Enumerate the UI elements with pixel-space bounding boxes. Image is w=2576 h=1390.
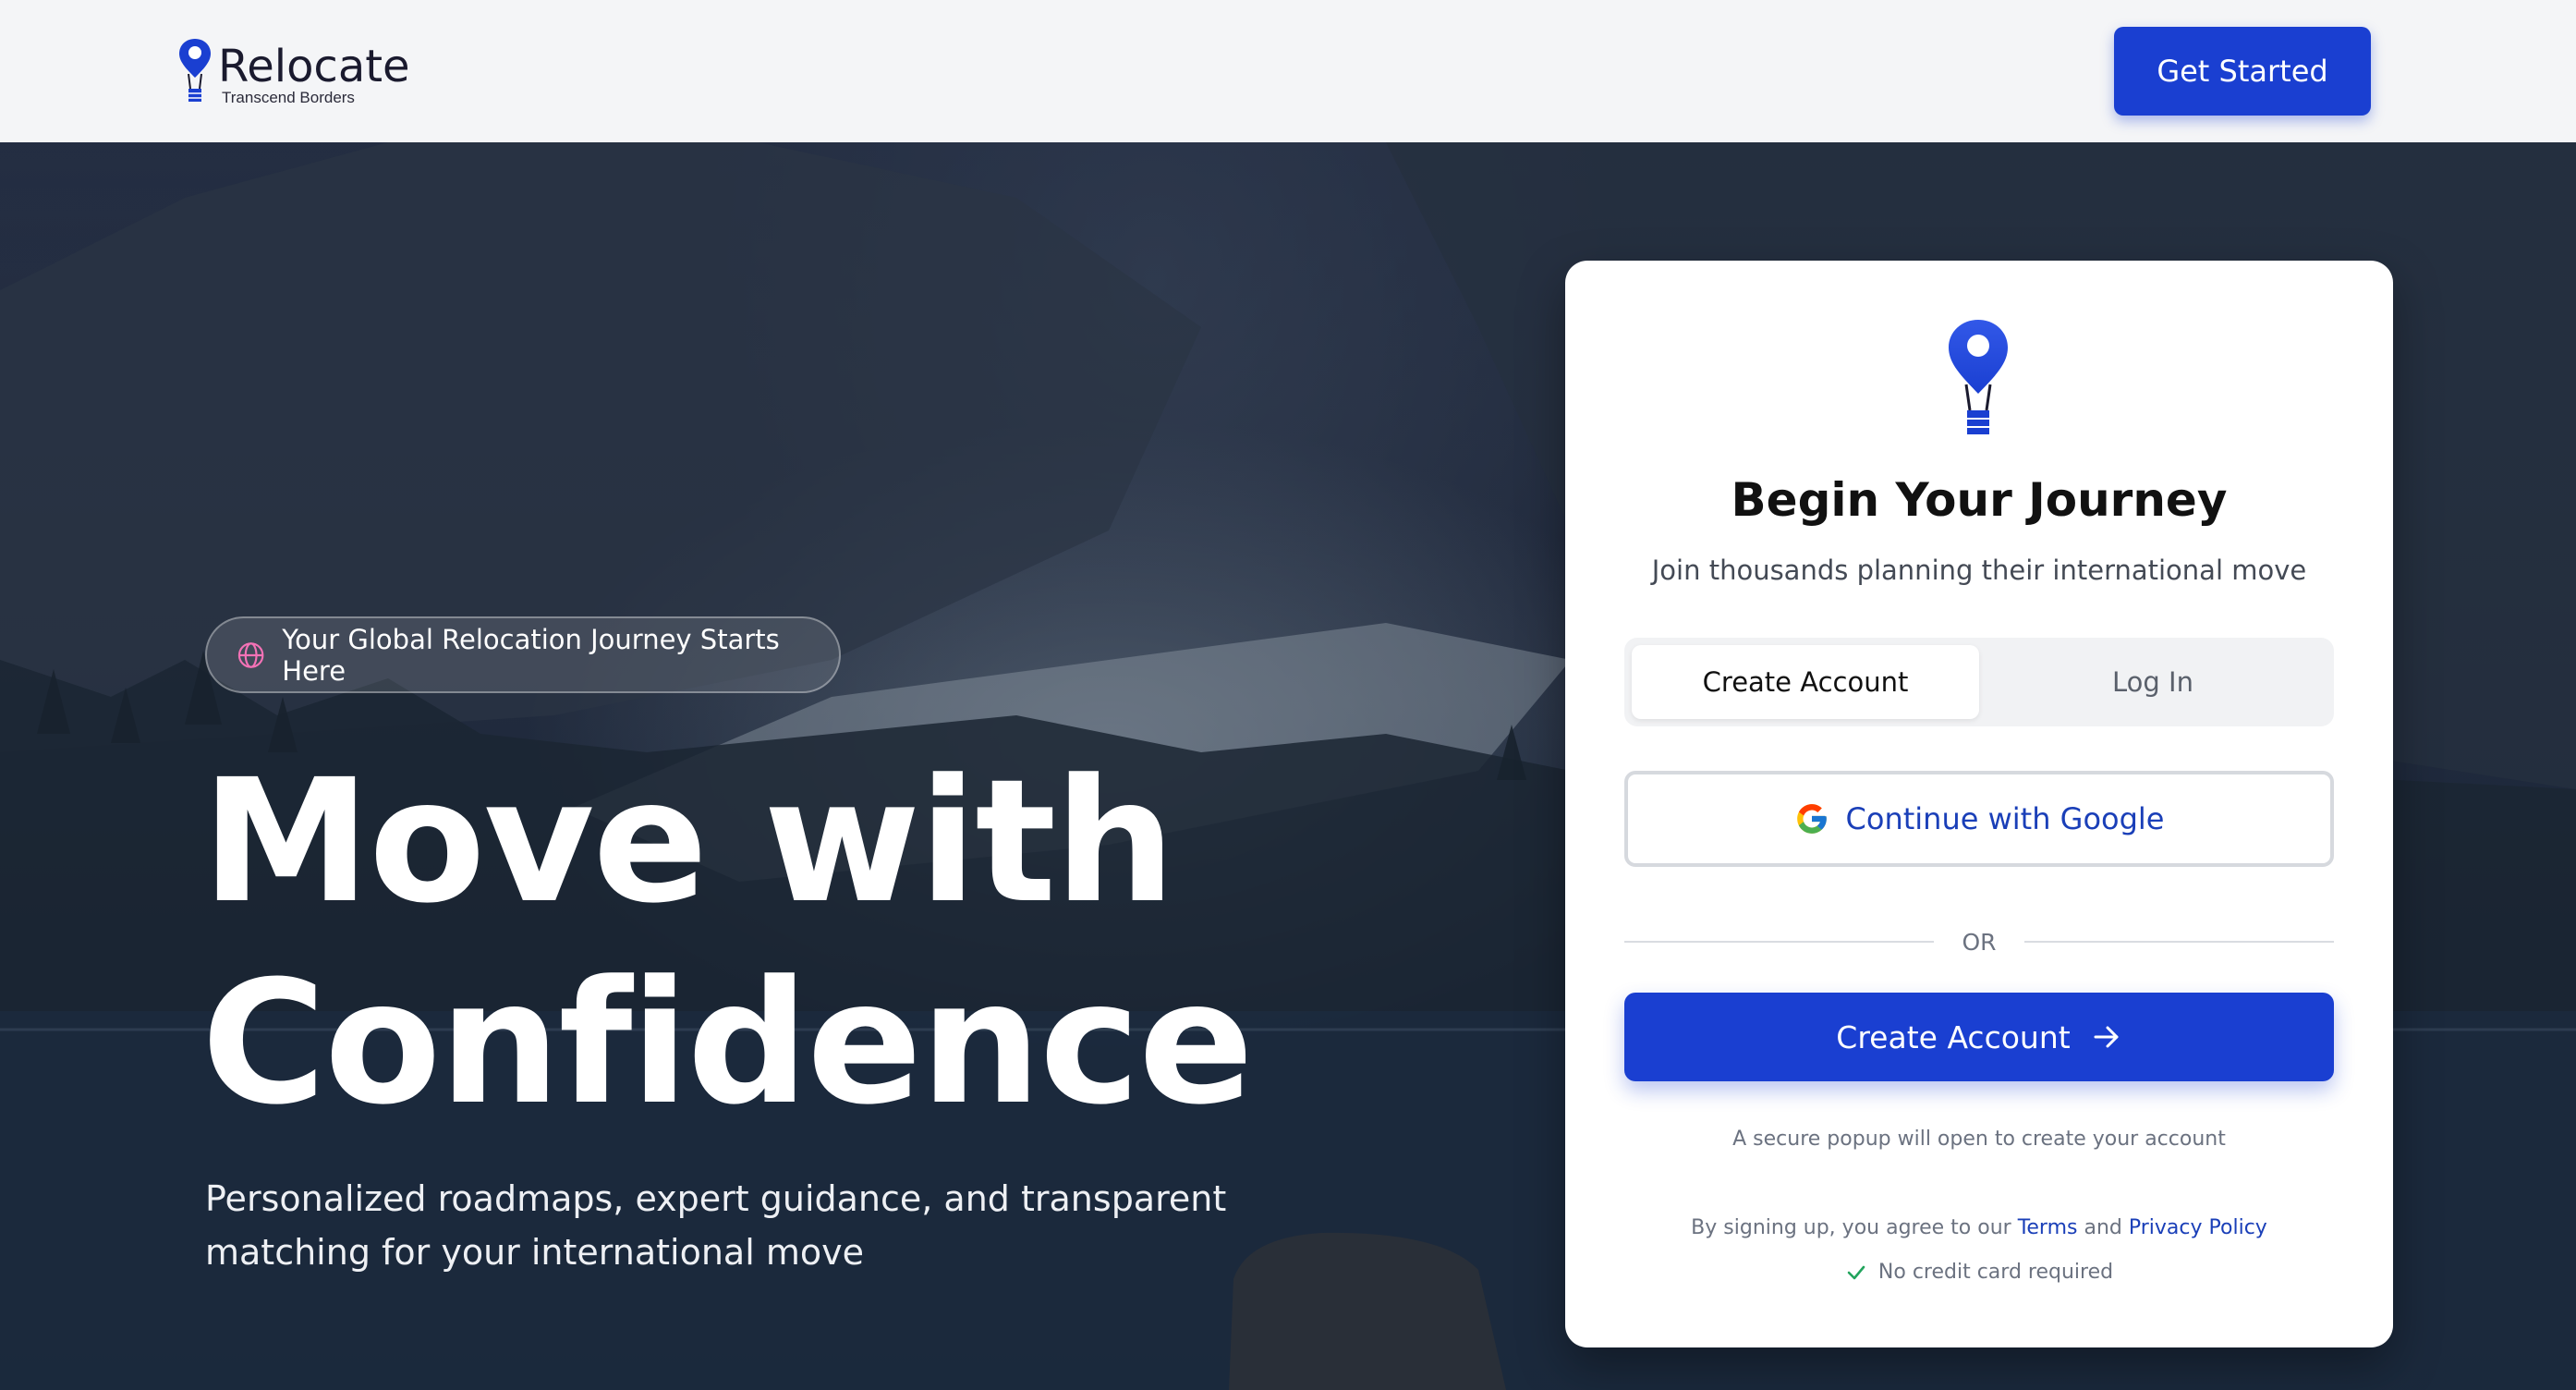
create-account-button[interactable]: Create Account bbox=[1624, 993, 2334, 1081]
brand-tagline: Transcend Borders bbox=[222, 89, 355, 106]
tab-create-account[interactable]: Create Account bbox=[1632, 645, 1979, 719]
get-started-button[interactable]: Get Started bbox=[2114, 27, 2371, 116]
hero-badge-text: Your Global Relocation Journey Starts He… bbox=[282, 623, 780, 687]
hero-title: Move with Confidence bbox=[201, 741, 1495, 1144]
hero-badge: Your Global Relocation Journey Starts He… bbox=[205, 616, 841, 693]
continue-with-google-button[interactable]: Continue with Google bbox=[1624, 771, 2334, 867]
globe-icon bbox=[237, 641, 264, 668]
top-navbar: Relocate Transcend Borders Get Started bbox=[0, 0, 2576, 142]
divider-line-right bbox=[2023, 941, 2334, 943]
google-icon bbox=[1796, 804, 1827, 834]
no-credit-card-text: No credit card required bbox=[1877, 1261, 2114, 1284]
privacy-policy-link[interactable]: Privacy Policy bbox=[2129, 1216, 2267, 1239]
terms-prefix: By signing up, you agree to our bbox=[1691, 1216, 2011, 1239]
brand-logo[interactable]: Relocate Transcend Borders bbox=[177, 37, 410, 105]
create-account-label: Create Account bbox=[1836, 1018, 2071, 1055]
secure-popup-note: A secure popup will open to create your … bbox=[1732, 1128, 2226, 1151]
divider-line-left bbox=[1624, 941, 1935, 943]
hero-title-line1: Move with bbox=[201, 743, 1175, 941]
brand-name: Relocate bbox=[218, 41, 410, 92]
terms-notice: By signing up, you agree to our Terms an… bbox=[1565, 1216, 2393, 1239]
arrow-right-icon bbox=[2094, 1026, 2119, 1048]
no-credit-card-note: No credit card required bbox=[1565, 1261, 2393, 1284]
divider-text: OR bbox=[1962, 928, 1997, 956]
hero-title-line2: Confidence bbox=[201, 945, 1254, 1142]
hero-subtitle: Personalized roadmaps, expert guidance, … bbox=[205, 1178, 1227, 1273]
location-pin-balloon-icon bbox=[1949, 320, 2008, 434]
continue-with-google-label: Continue with Google bbox=[1845, 801, 2165, 836]
check-icon bbox=[1847, 1265, 1865, 1279]
auth-tabs: Create Account Log In bbox=[1624, 638, 2334, 726]
signup-card: Begin Your Journey Join thousands planni… bbox=[1565, 261, 2393, 1347]
terms-and: and bbox=[2084, 1216, 2122, 1239]
or-divider: OR bbox=[1624, 928, 2334, 956]
terms-link[interactable]: Terms bbox=[2018, 1216, 2078, 1239]
card-subtitle: Join thousands planning their internatio… bbox=[1651, 555, 2307, 586]
tab-log-in[interactable]: Log In bbox=[1979, 645, 2327, 719]
location-pin-balloon-icon bbox=[179, 39, 211, 102]
card-title: Begin Your Journey bbox=[1731, 473, 2228, 527]
brand-text: Relocate Transcend Borders bbox=[218, 37, 410, 105]
